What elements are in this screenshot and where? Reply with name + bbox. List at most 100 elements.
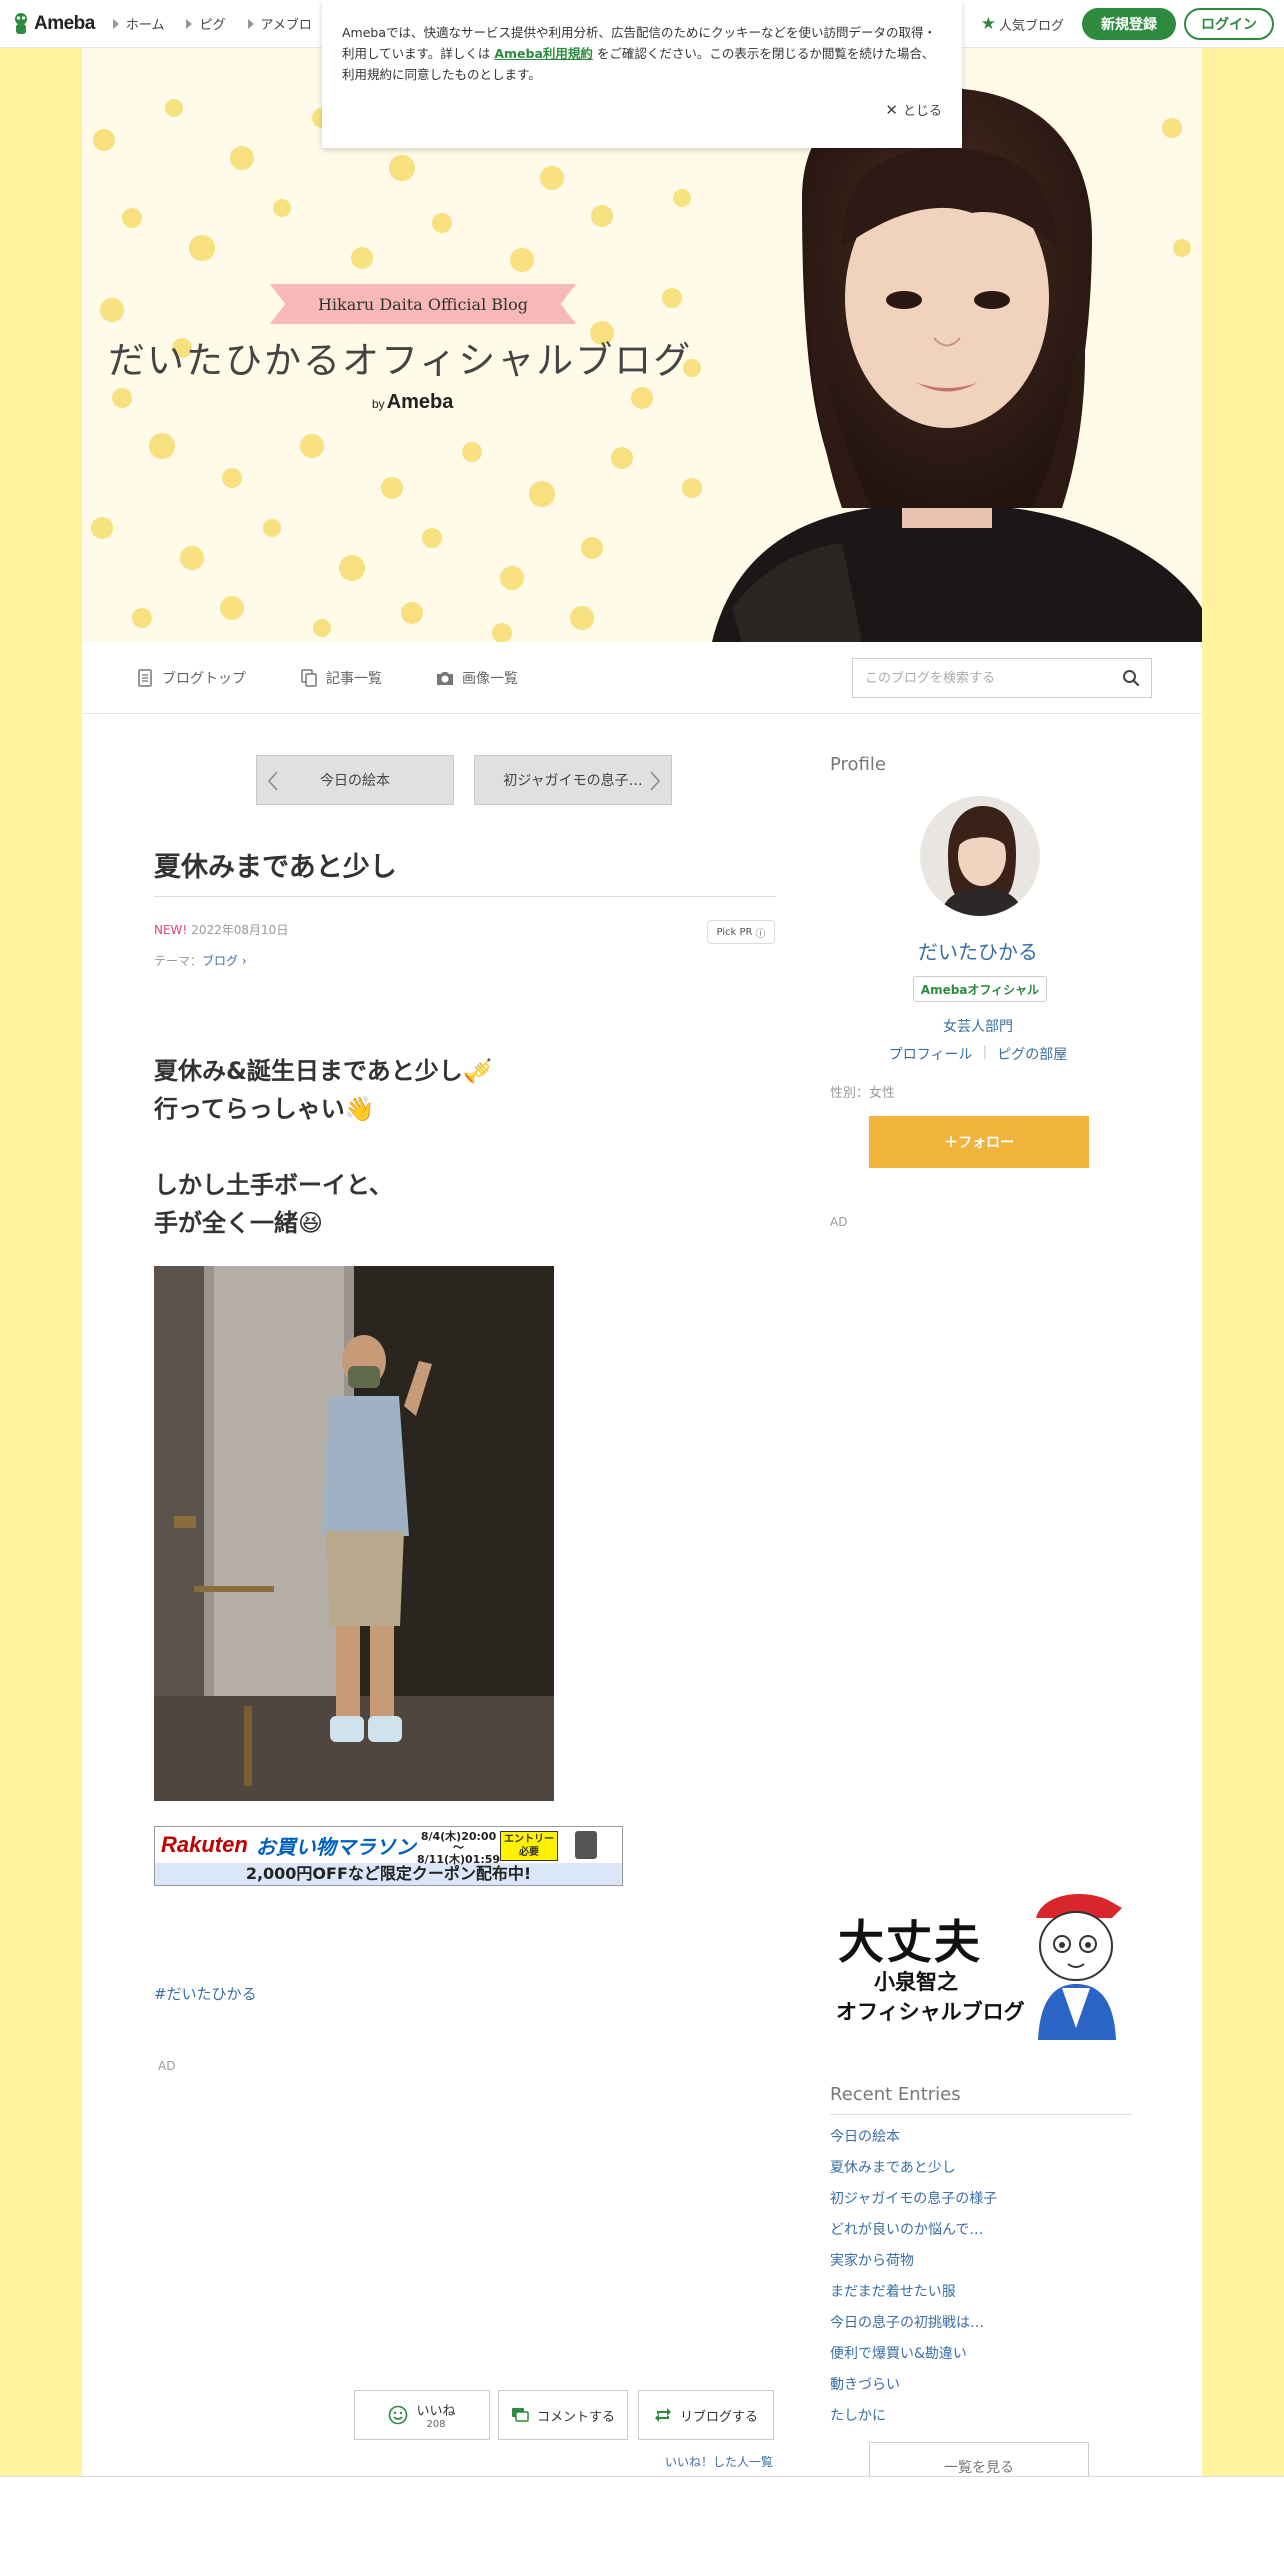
recent-entries-list: 今日の絵本 夏休みまであと少し 初ジャガイモの息子の様子 どれが良いのか悩んで…… — [830, 2126, 997, 2436]
global-nav-label: ピグ — [199, 18, 226, 33]
blog-title: だいたひかるオフィシャルブログ — [108, 339, 693, 382]
cookie-consent-banner: Amebaでは、快適なサービス提供や利用分析、広告配信のためにクッキーなどを使い… — [322, 0, 962, 148]
recent-divider — [830, 2114, 1132, 2115]
terms-link[interactable]: Ameba利用規約 — [494, 46, 593, 61]
nav-blog-top[interactable]: ブログトップ — [136, 668, 246, 688]
login-button[interactable]: ログイン — [1184, 8, 1274, 40]
star-icon: ★ — [980, 14, 996, 34]
blog-nav: ブログトップ 記事一覧 画像一覧 — [82, 642, 1202, 714]
recent-entries-heading: Recent Entries — [830, 2084, 961, 2105]
by-label: by — [372, 397, 385, 411]
chevron-right-icon — [650, 771, 661, 791]
link-separator: | — [982, 1044, 988, 1060]
prev-entry-label: 今日の絵本 — [320, 773, 390, 789]
global-nav: ホーム ピグ アメブロ — [112, 14, 334, 33]
cookie-close-label: とじる — [902, 104, 942, 119]
main-column: Hikaru Daita Official Blog だいたひかるオフィシャルブ… — [82, 48, 1202, 2568]
recent-entry-link[interactable]: 今日の息子の初挑戦は… — [830, 2312, 997, 2343]
theme-link[interactable]: ブログ — [202, 954, 238, 968]
ameba-mascot-icon — [12, 12, 30, 36]
banner-line2: 小泉智之 — [874, 1970, 958, 1994]
copy-icon — [301, 668, 317, 687]
profile-gender: 性別：女性 — [830, 1086, 896, 1101]
nav-entry-list-label: 記事一覧 — [326, 670, 382, 687]
blog-search-input[interactable] — [853, 670, 1111, 686]
follow-button[interactable]: ＋フォロー — [869, 1116, 1089, 1168]
nav-image-list-label: 画像一覧 — [462, 670, 518, 687]
blog-search — [852, 658, 1152, 698]
rakuten-ad-banner[interactable]: Rakuten お買い物マラソン 8/4(木)20:00 〜 8/11(木)01… — [154, 1826, 623, 1886]
entry-theme: テーマ：ブログ › — [154, 952, 247, 969]
global-nav-ameblo[interactable]: アメブロ — [247, 14, 312, 33]
recent-entry-link[interactable]: 初ジャガイモの息子の様子 — [830, 2188, 997, 2219]
camera-icon — [437, 671, 453, 685]
reblog-button[interactable]: リブログする — [638, 2390, 774, 2440]
search-icon[interactable] — [1111, 659, 1151, 697]
theme-label: テーマ： — [154, 954, 203, 968]
bottom-bar — [0, 2476, 1284, 2568]
profile-links: プロフィール | ピグの部屋 — [830, 1044, 1126, 1064]
chevron-right-icon: › — [238, 954, 247, 968]
profile-link[interactable]: プロフィール — [889, 1044, 973, 1064]
rakuten-campaign-name: お買い物マラソン — [255, 1834, 416, 1859]
nav-entry-list[interactable]: 記事一覧 — [300, 668, 382, 688]
profile-heading: Profile — [830, 754, 886, 775]
recent-entry-link[interactable]: たしかに — [830, 2405, 997, 2436]
global-nav-pigg[interactable]: ピグ — [186, 14, 226, 33]
register-button[interactable]: 新規登録 — [1082, 8, 1176, 40]
popular-blog-label: 人気ブログ — [998, 18, 1064, 34]
account-area: ★ 人気ブログ 新規登録 ログイン — [981, 8, 1274, 40]
smile-icon — [389, 2405, 408, 2425]
rakuten-date-tilde: 〜 — [453, 1841, 465, 1854]
nav-image-list[interactable]: 画像一覧 — [436, 668, 518, 688]
liked-users-link[interactable]: いいね！した人一覧 — [665, 2453, 773, 2470]
nav-blog-top-label: ブログトップ — [162, 670, 246, 687]
recent-entry-link[interactable]: 便利で爆買い&勘違い — [830, 2343, 997, 2374]
rakuten-end-date: 8/11(木)01:59 — [417, 1853, 501, 1866]
caret-right-icon — [247, 18, 254, 29]
reblog-label: リブログする — [679, 2409, 758, 2425]
entry-photo[interactable] — [154, 1266, 554, 1801]
like-label: いいね — [416, 2404, 456, 2419]
ameba-logo[interactable]: Ameba — [12, 0, 95, 48]
recent-entry-link[interactable]: 実家から荷物 — [830, 2250, 997, 2281]
koizumi-blog-banner[interactable]: 大丈夫 小泉智之 オフィシャルブログ — [830, 1888, 1132, 2040]
banner-line1: 大丈夫 — [838, 1915, 982, 1969]
entry-body-text: 夏休み&誕生日まであと少し🎺 行ってらっしゃい👋 しかし土手ボーイと、 手が全く… — [154, 1057, 493, 1237]
chevron-left-icon — [267, 771, 278, 791]
ameba-wordmark: Ameba — [386, 391, 454, 413]
recent-entry-link[interactable]: どれが良いのか悩んで… — [830, 2219, 997, 2250]
global-nav-home[interactable]: ホーム — [112, 14, 164, 33]
prev-entry-button[interactable]: 今日の絵本 — [256, 755, 454, 805]
rakuten-entry-badge: エントリー必要 — [500, 1831, 558, 1861]
like-button[interactable]: いいね 208 — [354, 2390, 490, 2440]
pick-pr-button[interactable]: Pick PR ⓘ — [707, 920, 775, 944]
comment-button[interactable]: コメントする — [498, 2390, 628, 2440]
comment-label: コメントする — [536, 2409, 615, 2425]
profile-avatar[interactable] — [920, 796, 1040, 916]
caret-right-icon — [112, 18, 119, 29]
profile-category-link[interactable]: 女芸人部門 — [830, 1016, 1126, 1036]
entry-title: 夏休みまであと少し — [154, 852, 397, 883]
info-icon: ⓘ — [755, 928, 766, 940]
entry-date: 2022年08月10日 — [191, 923, 289, 937]
rakuten-campaign-dates: 8/4(木)20:00 〜 8/11(木)01:59 — [417, 1829, 500, 1867]
recent-entry-link[interactable]: 動きづらい — [830, 2374, 997, 2405]
close-icon: ✕ — [885, 100, 898, 119]
cookie-close-button[interactable]: ✕ とじる — [885, 100, 942, 120]
recent-entry-link[interactable]: まだまだ着せたい服 — [830, 2281, 997, 2312]
reblog-icon — [654, 2408, 671, 2422]
blog-subtitle-badge: Hikaru Daita Official Blog — [270, 284, 576, 324]
koizumi-character-illustration — [1036, 1894, 1122, 2040]
next-entry-button[interactable]: 初ジャガイモの息子… — [474, 755, 672, 805]
cookie-message: Amebaでは、快適なサービス提供や利用分析、広告配信のためにクッキーなどを使い… — [342, 22, 942, 85]
profile-name[interactable]: だいたひかる — [830, 936, 1126, 965]
comment-icon — [511, 2408, 529, 2422]
recent-entry-link[interactable]: 今日の絵本 — [830, 2126, 997, 2157]
recent-entry-link[interactable]: 夏休みまであと少し — [830, 2157, 997, 2188]
popular-blog-link[interactable]: ★ 人気ブログ — [981, 14, 1064, 34]
pigg-room-link[interactable]: ピグの部屋 — [997, 1044, 1067, 1064]
like-count: 208 — [426, 2419, 446, 2430]
banner-line3: オフィシャルブログ — [836, 2000, 1025, 2024]
hashtag-link[interactable]: #だいたひかる — [154, 1983, 257, 2004]
